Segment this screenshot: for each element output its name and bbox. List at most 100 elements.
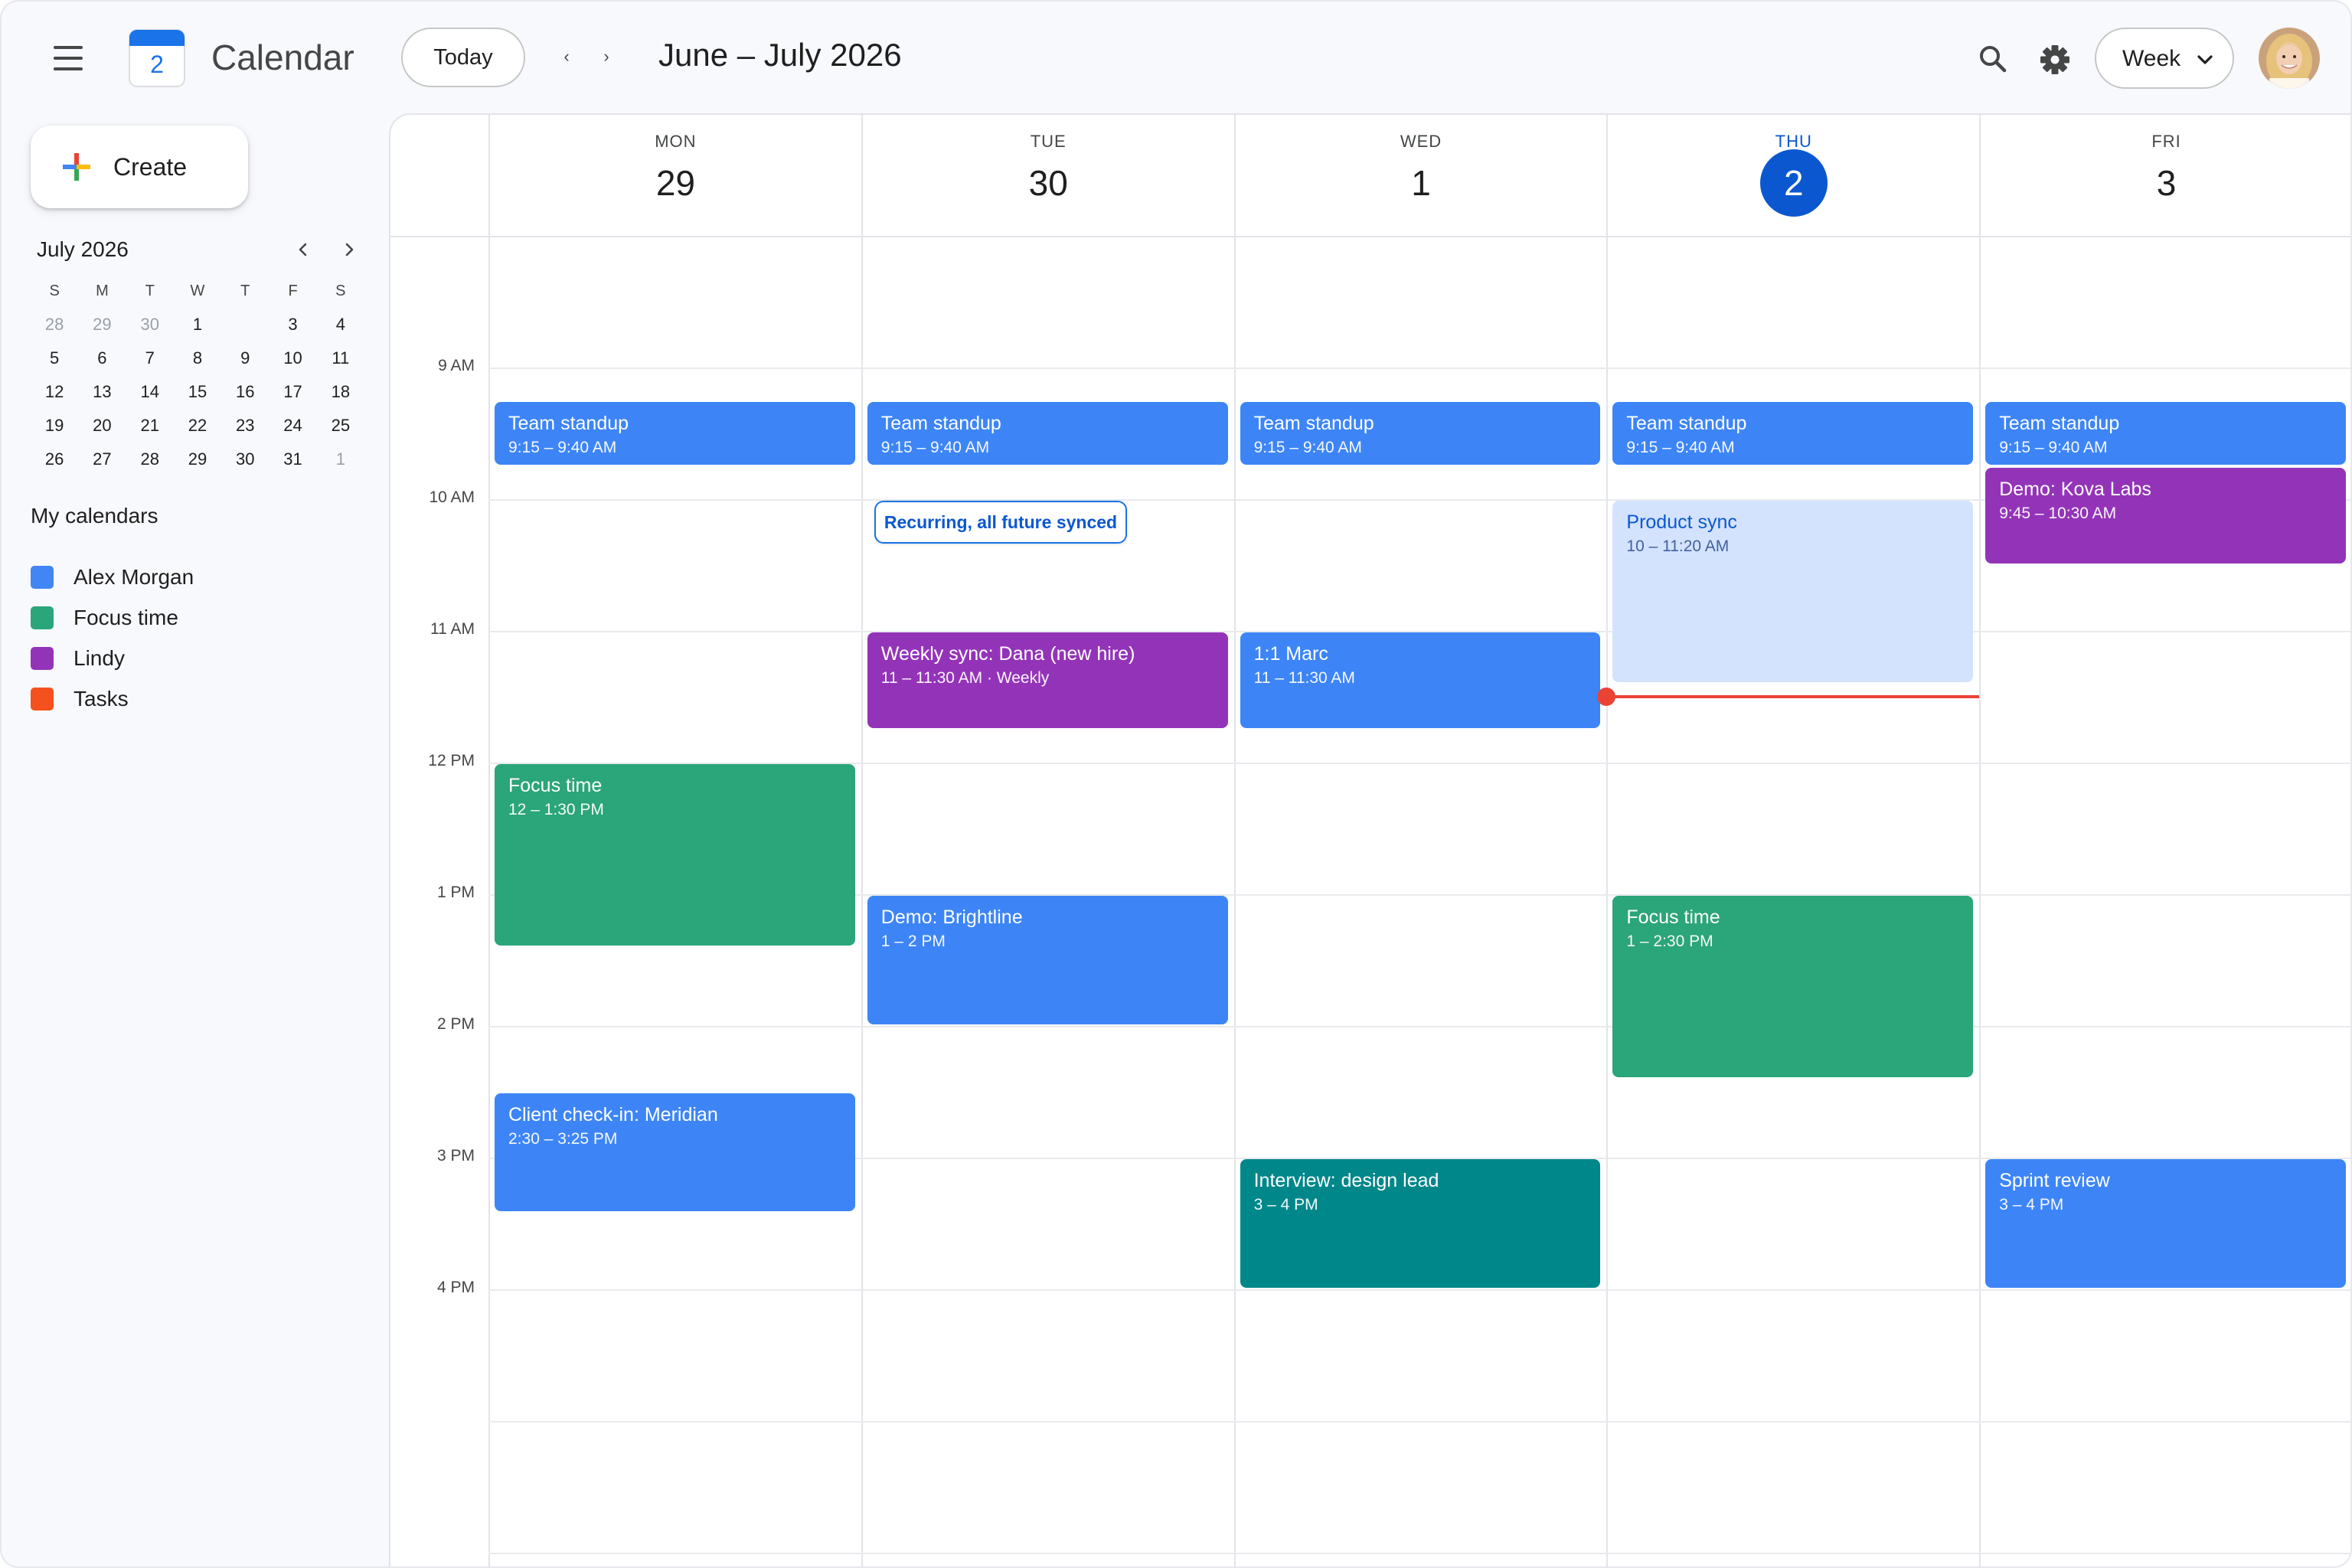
mini-calendar-day[interactable]: 12	[31, 375, 78, 409]
day-header-wed[interactable]: WED 1	[1233, 115, 1607, 236]
mini-calendar-day[interactable]: 3	[269, 308, 316, 341]
mini-calendar-day[interactable]: 22	[174, 409, 221, 443]
day-header-fri[interactable]: FRI 3	[1979, 115, 2350, 236]
mini-calendar-day[interactable]: 16	[221, 375, 269, 409]
calendar-app: 2 Calendar Today ‹ › June – July 2026 We…	[0, 0, 2352, 1568]
mini-calendar-day[interactable]: 6	[78, 341, 126, 375]
event-team-standup[interactable]: Team standup 9:15 – 9:40 AM	[1612, 402, 1974, 465]
mini-calendar-day[interactable]: 30	[126, 308, 174, 341]
hamburger-icon	[54, 46, 83, 49]
mini-calendar-day[interactable]: 19	[31, 409, 78, 443]
event-team-standup[interactable]: Team standup 9:15 – 9:40 AM	[1985, 402, 2346, 465]
mini-calendar-day[interactable]: 17	[269, 375, 316, 409]
day-number[interactable]: 29	[490, 162, 861, 204]
event-title: Focus time	[508, 775, 603, 796]
mini-calendar-day[interactable]: 28	[31, 308, 78, 341]
event-time: 11 – 11:30 AM	[1253, 669, 1355, 687]
event-title: Sprint review	[1999, 1170, 2110, 1191]
create-button[interactable]: Create	[31, 126, 248, 208]
day-number[interactable]: 30	[863, 162, 1234, 204]
search-button[interactable]	[1974, 40, 2014, 80]
mini-calendar-prev-button[interactable]	[288, 234, 318, 265]
day-header-mon[interactable]: MON 29	[488, 115, 861, 236]
mini-calendar-day[interactable]: 1	[174, 308, 221, 341]
user-avatar[interactable]	[2259, 28, 2320, 89]
mini-calendar-day[interactable]: 21	[126, 409, 174, 443]
mini-calendar-day[interactable]: 28	[126, 443, 174, 476]
mini-calendar-day[interactable]: 10	[269, 341, 316, 375]
mini-calendar-weekday: T	[145, 282, 155, 299]
day-header-thu[interactable]: THU 2	[1606, 115, 1979, 236]
event-title: Team standup	[880, 413, 1001, 434]
day-column-divider	[861, 237, 863, 1566]
mini-calendar-next-button[interactable]	[334, 234, 364, 265]
event-time: 1 – 2:30 PM	[1626, 933, 1713, 950]
mini-calendar-day[interactable]: 13	[78, 375, 126, 409]
mini-calendar-day[interactable]: 25	[317, 409, 364, 443]
plus-icon	[63, 153, 90, 181]
mini-calendar-day[interactable]: 29	[78, 308, 126, 341]
next-week-button[interactable]: ›	[591, 41, 622, 72]
mini-calendar-day[interactable]: 30	[221, 443, 269, 476]
day-number[interactable]: 3	[1981, 162, 2350, 204]
event-sprint-review[interactable]: Sprint review 3 – 4 PM	[1985, 1159, 2346, 1288]
mini-calendar-day[interactable]: 20	[78, 409, 126, 443]
event-time: 9:15 – 9:40 AM	[1999, 439, 2108, 456]
view-selector[interactable]: Week	[2095, 28, 2234, 89]
mini-calendar-day[interactable]: 24	[269, 409, 316, 443]
previous-week-button[interactable]: ‹	[551, 41, 582, 72]
calendar-item-focus-time[interactable]: Focus time	[31, 599, 178, 636]
event-team-standup[interactable]: Team standup 9:15 – 9:40 AM	[495, 402, 855, 465]
day-of-week: MON	[655, 132, 697, 151]
event-focus-time[interactable]: Focus time 12 – 1:30 PM	[495, 764, 855, 946]
event-focus-time[interactable]: Focus time 1 – 2:30 PM	[1612, 896, 1974, 1077]
sync-status-badge: Recurring, all future synced	[874, 501, 1127, 544]
day-number[interactable]: 1	[1236, 162, 1607, 204]
calendar-color-checkbox[interactable]	[31, 688, 54, 710]
main-menu-button[interactable]	[44, 35, 90, 81]
mini-calendar-day[interactable]: 8	[174, 341, 221, 375]
mini-calendar-day[interactable]: 7	[126, 341, 174, 375]
mini-calendar-day[interactable]: 26	[31, 443, 78, 476]
calendar-item-tasks[interactable]: Tasks	[31, 681, 129, 717]
mini-calendar-day[interactable]: 29	[174, 443, 221, 476]
mini-calendar-weekday: F	[288, 282, 298, 299]
event-team-standup[interactable]: Team standup 9:15 – 9:40 AM	[867, 402, 1228, 465]
event-time: 3 – 4 PM	[1999, 1196, 2064, 1214]
calendar-color-checkbox[interactable]	[31, 647, 54, 670]
event-product-sync[interactable]: Product sync 10 – 11:20 AM	[1612, 501, 1974, 682]
calendar-item-lindy[interactable]: Lindy	[31, 640, 125, 677]
day-header-tue[interactable]: TUE 30	[861, 115, 1234, 236]
calendar-color-checkbox[interactable]	[31, 566, 54, 589]
event-client-check-in-meridian[interactable]: Client check-in: Meridian 2:30 – 3:25 PM	[495, 1093, 855, 1212]
calendar-item-alex-morgan[interactable]: Alex Morgan	[31, 559, 194, 596]
mini-calendar-day[interactable]: 23	[221, 409, 269, 443]
mini-calendar-day[interactable]: 5	[31, 341, 78, 375]
event-team-standup[interactable]: Team standup 9:15 – 9:40 AM	[1240, 402, 1601, 465]
event-title: Team standup	[1626, 413, 1747, 434]
mini-calendar-day[interactable]: 31	[269, 443, 316, 476]
settings-button[interactable]	[2035, 40, 2075, 80]
event-time: 11 – 11:30 AM · Weekly	[880, 669, 1050, 687]
mini-calendar-day[interactable]: 1	[317, 443, 364, 476]
app-title: Calendar	[211, 38, 354, 77]
event-title: Demo: Brightline	[880, 906, 1023, 928]
mini-calendar-day[interactable]: 15	[174, 375, 221, 409]
time-label: 4 PM	[436, 1279, 475, 1296]
mini-calendar-day[interactable]: 4	[317, 308, 364, 341]
mini-calendar-day[interactable]: 9	[221, 341, 269, 375]
day-number[interactable]: 2	[1608, 149, 1979, 217]
header-divider	[390, 236, 2350, 237]
event-weekly-sync-dana-new-hire[interactable]: Weekly sync: Dana (new hire) 11 – 11:30 A…	[867, 632, 1228, 728]
mini-calendar-day[interactable]: 11	[317, 341, 364, 375]
event-demo-brightline[interactable]: Demo: Brightline 1 – 2 PM	[867, 896, 1228, 1024]
time-label: 2 PM	[436, 1015, 475, 1033]
mini-calendar-day[interactable]: 27	[78, 443, 126, 476]
calendar-color-checkbox[interactable]	[31, 606, 54, 629]
event-1-1-marc[interactable]: 1:1 Marc 11 – 11:30 AM	[1240, 632, 1601, 728]
event-demo-kova-labs[interactable]: Demo: Kova Labs 9:45 – 10:30 AM	[1985, 468, 2346, 564]
mini-calendar-day[interactable]: 14	[126, 375, 174, 409]
mini-calendar-day[interactable]: 18	[317, 375, 364, 409]
today-button[interactable]: Today	[401, 28, 525, 87]
event-interview-design-lead[interactable]: Interview: design lead 3 – 4 PM	[1240, 1159, 1601, 1288]
